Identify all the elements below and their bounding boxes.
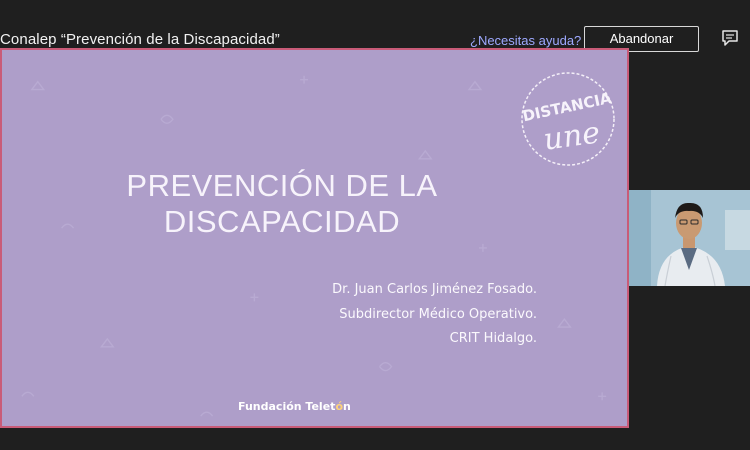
chat-bubble-icon[interactable] xyxy=(720,28,740,48)
slide-heading-line-1: PREVENCIÓN DE LA xyxy=(126,168,438,203)
shared-presentation-slide: DISTANCIA une PREVENCIÓN DE LA DISCAPACI… xyxy=(0,48,629,428)
slide-heading-line-2: DISCAPACIDAD xyxy=(163,204,401,239)
participant-video-image xyxy=(629,190,750,286)
help-link[interactable]: ¿Necesitas ayuda? xyxy=(470,33,581,48)
distancia-une-logo: DISTANCIA une xyxy=(521,72,615,166)
presenter-role: Subdirector Médico Operativo. xyxy=(339,306,537,322)
presenter-credits: Dr. Juan Carlos Jiménez Fosado. Subdirec… xyxy=(332,278,537,352)
foundation-accent: ó xyxy=(335,400,343,413)
fundacion-teleton-logo: Fundación Teletón xyxy=(238,400,351,413)
presenter-name: Dr. Juan Carlos Jiménez Fosado. xyxy=(332,282,537,297)
foundation-suffix: n xyxy=(343,400,351,413)
meeting-title: Conalep “Prevención de la Discapacidad” xyxy=(0,31,280,48)
participant-video-tile[interactable] xyxy=(629,190,750,286)
foundation-prefix: Fundación Telet xyxy=(238,400,336,413)
presenter-center: CRIT Hidalgo. xyxy=(449,331,537,346)
slide-heading: PREVENCIÓN DE LA DISCAPACIDAD xyxy=(72,168,492,240)
logo-line-2: une xyxy=(541,115,602,158)
